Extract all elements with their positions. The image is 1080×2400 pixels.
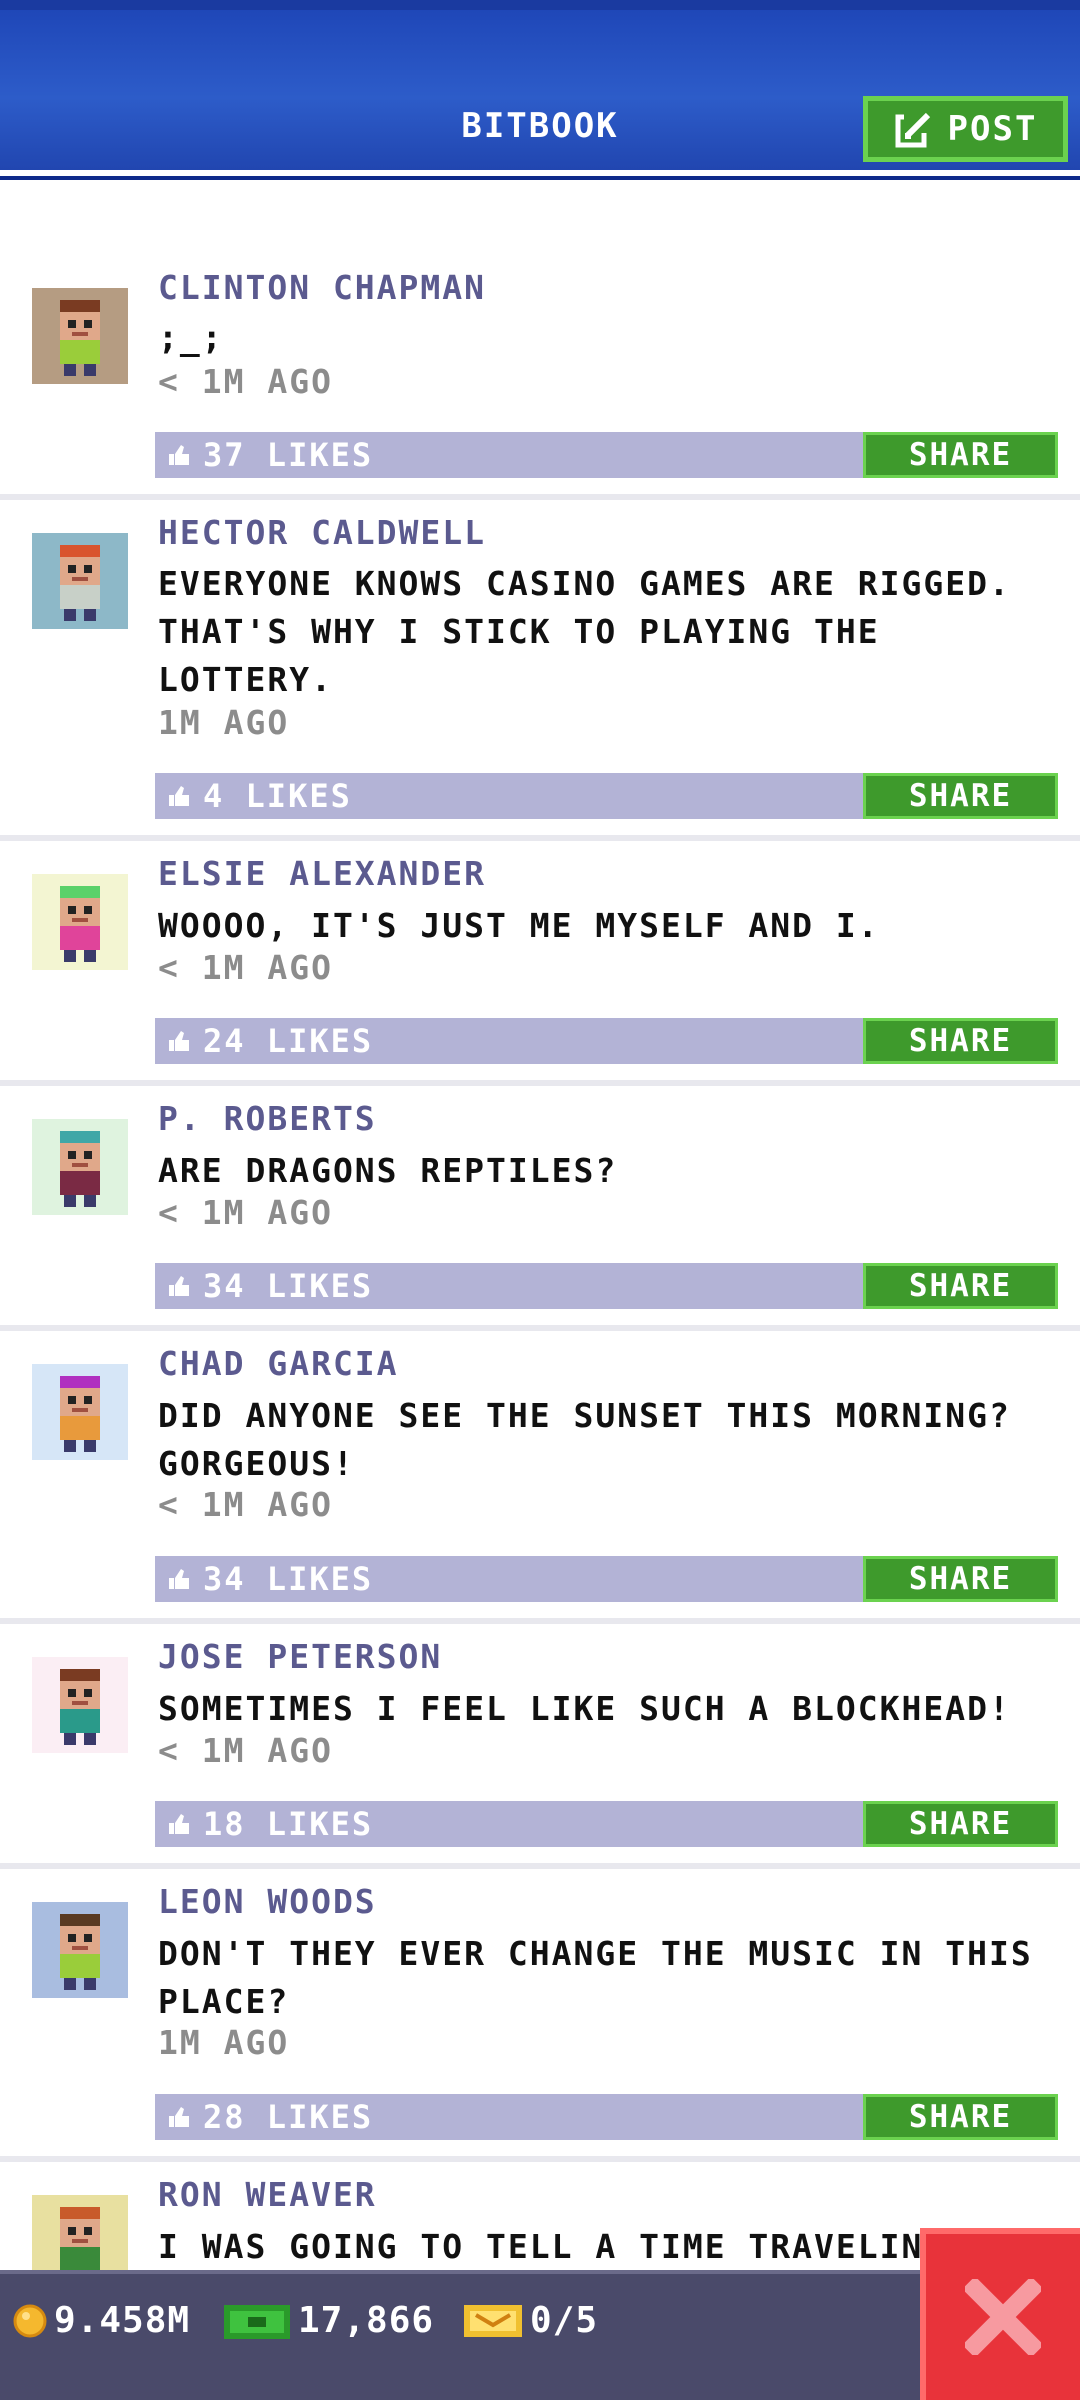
post-message: ;_; xyxy=(158,318,224,357)
close-button[interactable] xyxy=(920,2228,1080,2400)
post-author[interactable]: P. ROBERTS xyxy=(158,1099,377,1138)
avatar[interactable] xyxy=(21,277,139,395)
share-button[interactable]: SHARE xyxy=(863,1263,1058,1309)
post-message: ARE DRAGONS REPTILES? xyxy=(158,1151,618,1190)
post-time: < 1M AGO xyxy=(158,948,333,987)
share-button[interactable]: SHARE xyxy=(863,2094,1058,2140)
avatar-sprite-icon xyxy=(32,288,128,384)
avatar[interactable] xyxy=(21,1891,139,2009)
share-button[interactable]: SHARE xyxy=(863,432,1058,478)
post-author[interactable]: HECTOR CALDWELL xyxy=(158,513,486,552)
post-divider xyxy=(0,1618,1080,1624)
avatar[interactable] xyxy=(21,1353,139,1471)
likes-count: 28 LIKES xyxy=(203,2098,374,2136)
avatar[interactable] xyxy=(21,1646,139,1764)
thumbs-up-icon xyxy=(169,786,189,806)
thumbs-up-icon xyxy=(169,1031,189,1051)
post-time: < 1M AGO xyxy=(158,362,333,401)
avatar-sprite-icon xyxy=(32,1657,128,1753)
coins-value: 9.458M xyxy=(54,2300,191,2341)
post-message: DID ANYONE SEE THE SUNSET THIS MORNING? … xyxy=(158,1396,1011,1483)
post-author[interactable]: JOSE PETERSON xyxy=(158,1637,442,1676)
likes-count: 4 LIKES xyxy=(203,777,352,815)
post-button-label: POST xyxy=(947,109,1038,149)
avatar-sprite-icon xyxy=(32,874,128,970)
post-author[interactable]: RON WEAVER xyxy=(158,2175,377,2214)
post-author[interactable]: CLINTON CHAPMAN xyxy=(158,268,486,307)
likes-bar[interactable]: 4 LIKES xyxy=(155,773,863,819)
post-time: 1M AGO xyxy=(158,2023,290,2062)
likes-count: 34 LIKES xyxy=(203,1560,374,1598)
thumbs-up-icon xyxy=(169,2107,189,2127)
likes-count: 37 LIKES xyxy=(203,436,374,474)
post-divider xyxy=(0,1863,1080,1869)
likes-count: 34 LIKES xyxy=(203,1267,374,1305)
post-author[interactable]: ELSIE ALEXANDER xyxy=(158,854,486,893)
tickets-value: 0/5 xyxy=(530,2300,599,2341)
edit-icon xyxy=(895,111,934,148)
post-message: SOMETIMES I FEEL LIKE SUCH A BLOCKHEAD! xyxy=(158,1689,1011,1728)
avatar-sprite-icon xyxy=(32,1902,128,1998)
likes-bar[interactable]: 34 LIKES xyxy=(155,1556,863,1602)
status-bar: 9.458M 17,866 0/5 xyxy=(0,2270,1080,2400)
avatar[interactable] xyxy=(21,1108,139,1226)
post-message: DON'T THEY EVER CHANGE THE MUSIC IN THIS… xyxy=(158,1934,1033,2021)
app-header: BITBOOK POST xyxy=(0,0,1080,180)
thumbs-up-icon xyxy=(169,1814,189,1834)
avatar[interactable] xyxy=(21,2184,139,2270)
bux-icon xyxy=(224,2304,290,2339)
likes-bar[interactable]: 24 LIKES xyxy=(155,1018,863,1064)
post-divider xyxy=(0,835,1080,841)
avatar-sprite-icon xyxy=(32,2195,128,2270)
avatar-sprite-icon xyxy=(32,1119,128,1215)
post-time: < 1M AGO xyxy=(158,1485,333,1524)
avatar-sprite-icon xyxy=(32,1364,128,1460)
share-button[interactable]: SHARE xyxy=(863,1556,1058,1602)
thumbs-up-icon xyxy=(169,1276,189,1296)
post-divider xyxy=(0,1080,1080,1086)
thumbs-up-icon xyxy=(169,1569,189,1589)
post-divider xyxy=(0,1325,1080,1331)
share-button[interactable]: SHARE xyxy=(863,773,1058,819)
ticket-icon xyxy=(464,2304,522,2337)
post-time: 1M AGO xyxy=(158,703,290,742)
post-divider xyxy=(0,494,1080,500)
post-divider xyxy=(0,2156,1080,2162)
post-message: EVERYONE KNOWS CASINO GAMES ARE RIGGED. … xyxy=(158,564,1011,699)
bux-stat: 17,866 xyxy=(222,2300,434,2341)
coin-icon xyxy=(13,2304,47,2337)
close-icon xyxy=(965,2279,1041,2355)
likes-count: 18 LIKES xyxy=(203,1805,374,1843)
post-author[interactable]: CHAD GARCIA xyxy=(158,1344,399,1383)
likes-count: 24 LIKES xyxy=(203,1022,374,1060)
likes-bar[interactable]: 34 LIKES xyxy=(155,1263,863,1309)
coins-stat: 9.458M xyxy=(12,2300,190,2341)
likes-bar[interactable]: 18 LIKES xyxy=(155,1801,863,1847)
likes-bar[interactable]: 37 LIKES xyxy=(155,432,863,478)
avatar-sprite-icon xyxy=(32,533,128,629)
tickets-stat: 0/5 xyxy=(462,2300,598,2341)
post-author[interactable]: LEON WOODS xyxy=(158,1882,377,1921)
avatar[interactable] xyxy=(21,863,139,981)
share-button[interactable]: SHARE xyxy=(863,1018,1058,1064)
avatar[interactable] xyxy=(21,522,139,640)
bux-value: 17,866 xyxy=(298,2300,435,2341)
post-message: WOOOO, IT'S JUST ME MYSELF AND I. xyxy=(158,906,880,945)
post-time: < 1M AGO xyxy=(158,1731,333,1770)
likes-bar[interactable]: 28 LIKES xyxy=(155,2094,863,2140)
share-button[interactable]: SHARE xyxy=(863,1801,1058,1847)
thumbs-up-icon xyxy=(169,445,189,465)
post-button[interactable]: POST xyxy=(863,96,1068,162)
post-time: < 1M AGO xyxy=(158,1193,333,1232)
feed-list[interactable]: CLINTON CHAPMAN ;_; < 1M AGO 37 LIKES SH… xyxy=(0,170,1080,2270)
